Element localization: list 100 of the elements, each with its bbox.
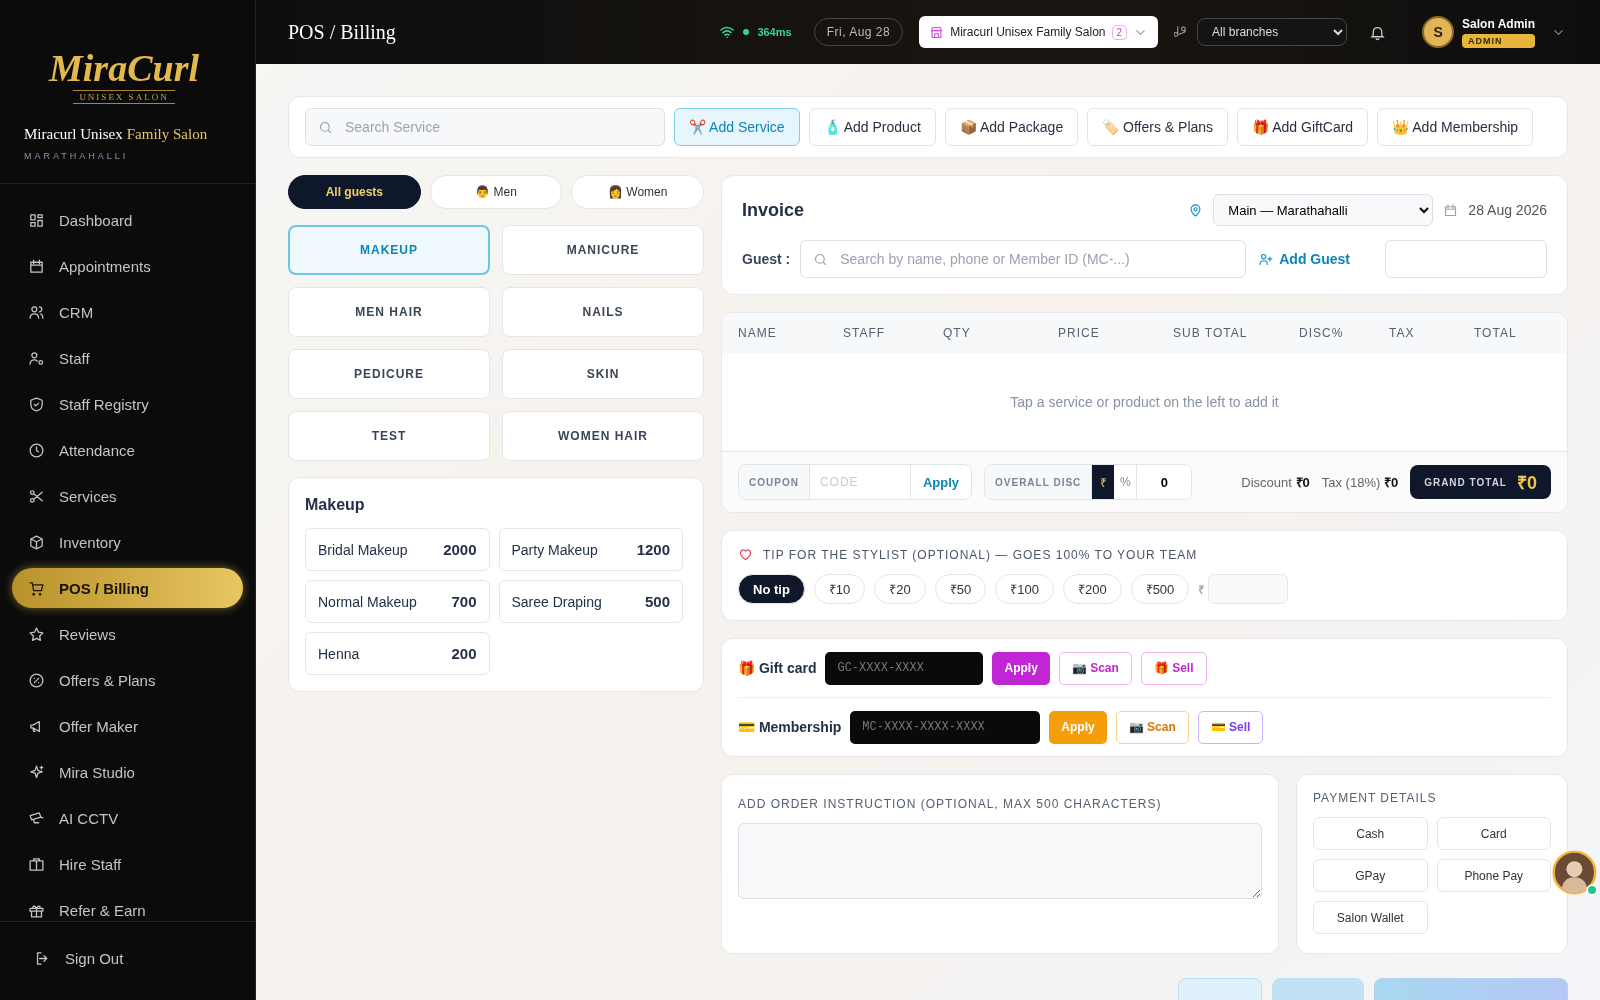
sidebar-item[interactable]: Staff Registry xyxy=(12,384,243,424)
overall-discount-group[interactable]: OVERALL DISC ₹ % 0 xyxy=(984,464,1193,500)
status-dot xyxy=(743,29,750,35)
payment-method-button[interactable]: Card xyxy=(1436,817,1551,850)
tip-option[interactable]: ₹200 xyxy=(1062,574,1122,604)
guest-filter-tab[interactable]: 👨 Men xyxy=(429,175,563,209)
heart-icon xyxy=(738,547,753,562)
tip-amount-field[interactable] xyxy=(1208,574,1289,604)
toolbar-button[interactable]: 🏷 Offers & Plans xyxy=(1087,108,1229,146)
guest-search-field[interactable]: Search by name, phone or Member ID (MC-...) xyxy=(800,240,1247,278)
sidebar-item[interactable]: Refer & Earn xyxy=(12,890,243,921)
logo-title: MiraCurl xyxy=(49,46,199,90)
category-button[interactable]: NAILS xyxy=(502,287,704,337)
service-item[interactable]: Henna 200 xyxy=(305,632,490,675)
category-button[interactable]: TEST xyxy=(288,411,490,461)
sell-button[interactable]: 💳 Sell xyxy=(1197,710,1264,744)
guest-search-input[interactable]: Search by name, phone or Member ID (MC-...) xyxy=(838,250,1234,268)
category-button[interactable]: PEDICURE xyxy=(288,349,490,399)
service-price: 200 xyxy=(451,645,477,662)
search-field[interactable]: Search Service xyxy=(305,108,665,146)
sidebar-item[interactable]: Offers & Plans xyxy=(12,660,243,700)
person-icon xyxy=(28,349,45,367)
service-name: Party Makeup xyxy=(511,541,598,558)
guest-filter-tab[interactable]: All guests xyxy=(288,175,421,209)
payment-method-button[interactable]: Salon Wallet xyxy=(1313,901,1428,934)
grand-total-value: ₹0 xyxy=(1517,472,1537,494)
store-icon xyxy=(929,24,945,40)
user-name: Salon Admin xyxy=(1462,16,1535,31)
discount-mode-toggle[interactable]: ₹ xyxy=(1092,465,1115,499)
category-button[interactable]: MEN HAIR xyxy=(288,287,490,337)
sidebar-item[interactable]: POS / Billing xyxy=(12,568,243,608)
sidebar-item[interactable]: Dashboard xyxy=(12,200,243,240)
salon-picker[interactable]: Miracurl Unisex Family Salon 2 xyxy=(919,16,1159,48)
cart-icon xyxy=(28,579,45,597)
sell-button[interactable]: 🎁 Sell xyxy=(1140,651,1207,685)
scan-button[interactable]: 📷 Scan xyxy=(1115,710,1189,744)
payment-method-button[interactable]: Cash xyxy=(1313,817,1428,850)
payment-method-button[interactable]: Phone Pay xyxy=(1436,859,1551,892)
category-button[interactable]: WOMEN HAIR xyxy=(502,411,704,461)
guest-filter-tab[interactable]: 👩 Women xyxy=(571,175,704,209)
user-avatar[interactable]: S xyxy=(1422,16,1455,48)
service-price: 700 xyxy=(451,593,477,610)
tip-option[interactable]: ₹500 xyxy=(1130,574,1190,604)
logo-subtitle: UNISEX SALON xyxy=(73,90,175,104)
sidebar-item[interactable]: AI CCTV xyxy=(12,798,243,838)
sign-out-button[interactable]: Sign Out xyxy=(18,938,243,978)
add-guest-link[interactable]: Add Guest xyxy=(1258,251,1350,267)
search-icon xyxy=(813,251,829,267)
code-label: 🎁 Gift card xyxy=(738,660,817,676)
tip-option[interactable]: ₹10 xyxy=(813,574,866,604)
sidebar-item[interactable]: Reviews xyxy=(12,614,243,654)
sidebar-item[interactable]: Mira Studio xyxy=(12,752,243,792)
tip-option[interactable]: ₹50 xyxy=(934,574,987,604)
grid-icon xyxy=(28,211,45,229)
add-person-icon xyxy=(1258,251,1274,267)
gift-card-field[interactable]: GC-XXXX-XXXX xyxy=(825,651,984,685)
instruction-field[interactable] xyxy=(738,823,1262,899)
clock-icon xyxy=(28,441,45,459)
service-item[interactable]: Normal Makeup 700 xyxy=(305,580,490,623)
scissors-icon xyxy=(28,487,45,505)
sidebar-item[interactable]: Inventory xyxy=(12,522,243,562)
sidebar-item[interactable]: Hire Staff xyxy=(12,844,243,884)
service-item[interactable]: Party Makeup 1200 xyxy=(498,528,683,571)
input-field[interactable] xyxy=(1385,240,1547,278)
payment-method-button[interactable]: GPay xyxy=(1313,859,1428,892)
category-button[interactable]: SKIN xyxy=(502,349,704,399)
sidebar-item[interactable]: Offer Maker xyxy=(12,706,243,746)
sidebar-item[interactable]: Attendance xyxy=(12,430,243,470)
category-button[interactable]: MAKEUP xyxy=(288,225,490,275)
overall-discount-label: OVERALL DISC xyxy=(985,465,1093,499)
service-name: Normal Makeup xyxy=(318,593,417,610)
service-price: 500 xyxy=(644,593,670,610)
membership-field[interactable]: MC-XXXX-XXXX-XXXX xyxy=(850,710,1041,744)
sidebar-item[interactable]: Staff xyxy=(12,338,243,378)
calendar-icon xyxy=(1443,202,1459,218)
tip-option[interactable]: ₹100 xyxy=(995,574,1054,604)
column-header: TOTAL xyxy=(1474,326,1518,340)
scan-button[interactable]: 📷 Scan xyxy=(1058,651,1132,685)
apply-button[interactable]: Apply xyxy=(992,651,1050,685)
discount-field[interactable]: 0 xyxy=(1136,465,1192,499)
toolbar-button[interactable]: 🎁 Add GiftCard xyxy=(1237,108,1369,146)
assistant-avatar[interactable] xyxy=(1552,850,1600,898)
sidebar-item[interactable]: Services xyxy=(12,476,243,516)
instruction-label: ADD ORDER INSTRUCTION (OPTIONAL, MAX 500 CHARACTERS) xyxy=(738,797,1163,811)
service-item[interactable]: Saree Draping 500 xyxy=(498,580,683,623)
toolbar-button[interactable]: 📦 Add Package xyxy=(944,108,1079,146)
toolbar-button[interactable]: ✂ Add Service xyxy=(674,108,800,146)
sidebar-item[interactable]: CRM xyxy=(12,292,243,332)
guest-label: Guest : xyxy=(742,251,791,267)
service-item[interactable]: Bridal Makeup 2000 xyxy=(305,528,490,571)
category-button[interactable]: MANICURE xyxy=(502,225,704,275)
tip-option[interactable]: No tip xyxy=(738,574,805,604)
tip-option[interactable]: ₹20 xyxy=(874,574,926,604)
search-input[interactable]: Search Service xyxy=(343,118,652,136)
branch-select[interactable]: All branches xyxy=(1197,18,1348,46)
salon-name-accent: Family Salon xyxy=(126,126,208,143)
branch-select[interactable]: Main — Marathahalli xyxy=(1213,194,1434,226)
toolbar-button[interactable]: 👑 Add Membership xyxy=(1377,108,1534,146)
sidebar-item[interactable]: Appointments xyxy=(12,246,243,286)
toolbar-button[interactable]: 🧴 Add Product xyxy=(808,108,936,146)
